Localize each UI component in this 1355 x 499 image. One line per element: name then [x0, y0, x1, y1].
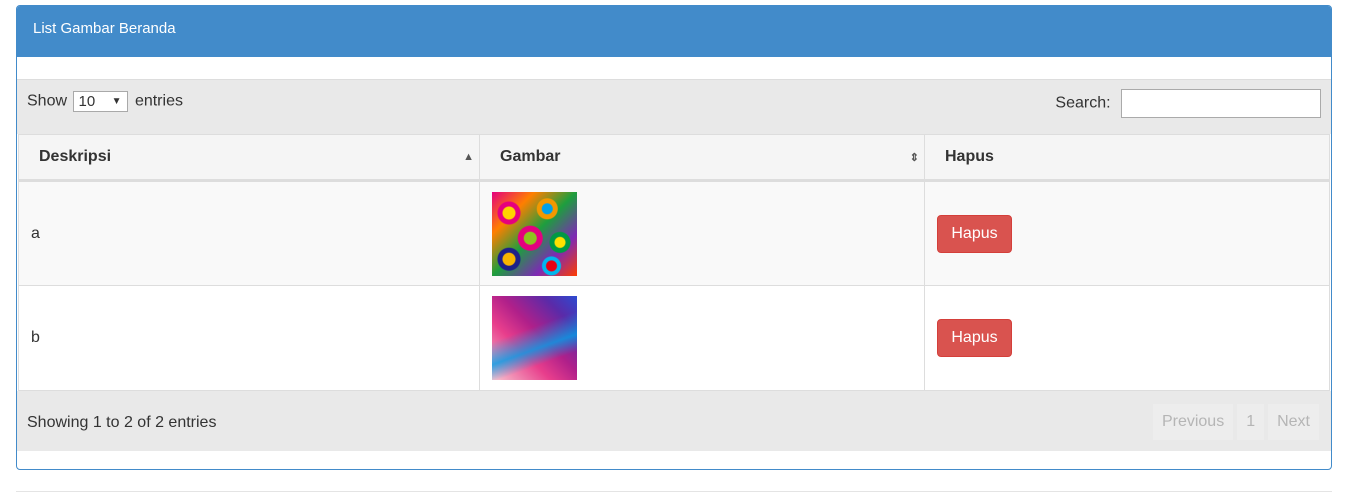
search-label: Search: — [1055, 94, 1111, 112]
data-table: Deskripsi ▲ Gambar ⇕ Hapus a Hapus b Hap… — [18, 134, 1330, 391]
cell-hapus: Hapus — [924, 285, 1330, 391]
datatable-toolbar: Show 10 ▼ entries Search: — [17, 79, 1331, 134]
length-control: Show 10 ▼ entries — [27, 91, 183, 112]
sort-both-icon: ⇕ — [909, 152, 919, 164]
cell-gambar — [479, 285, 925, 391]
table-row: b Hapus — [18, 285, 1330, 391]
delete-button[interactable]: Hapus — [937, 214, 1012, 253]
show-label: Show — [27, 92, 68, 110]
cell-deskripsi: b — [18, 285, 480, 391]
entries-label: entries — [134, 92, 183, 110]
column-header-gambar[interactable]: Gambar ⇕ — [479, 134, 925, 182]
pagination-page-button[interactable]: 1 — [1237, 404, 1265, 440]
delete-button[interactable]: Hapus — [937, 319, 1012, 357]
panel: List Gambar Beranda Show 10 ▼ entries Se… — [16, 5, 1332, 470]
pagination-previous-button[interactable]: Previous — [1152, 404, 1234, 440]
cell-gambar — [479, 180, 925, 286]
panel-heading: List Gambar Beranda — [17, 6, 1331, 57]
thumbnail-image — [492, 296, 577, 380]
column-header-deskripsi[interactable]: Deskripsi ▲ — [18, 134, 480, 182]
datatable-footer: Showing 1 to 2 of 2 entries Previous 1 N… — [17, 391, 1331, 451]
cell-hapus: Hapus — [924, 180, 1330, 286]
cell-deskripsi: a — [18, 180, 480, 286]
panel-title: List Gambar Beranda — [33, 20, 176, 37]
entries-select[interactable]: 10 ▼ — [73, 91, 129, 112]
table-info: Showing 1 to 2 of 2 entries — [27, 414, 217, 431]
table-row: a Hapus — [18, 180, 1330, 286]
sort-asc-icon: ▲ — [463, 151, 474, 163]
thumbnail-image — [492, 191, 577, 276]
pagination-next-button[interactable]: Next — [1268, 404, 1319, 440]
table-header-row: Deskripsi ▲ Gambar ⇕ Hapus — [18, 134, 1330, 182]
column-header-hapus: Hapus — [924, 134, 1330, 182]
search-control: Search: — [1055, 89, 1321, 118]
pagination: Previous 1 Next — [1152, 404, 1319, 440]
datatable-wrapper: Show 10 ▼ entries Search: Deskripsi ▲ Ga… — [17, 79, 1331, 453]
caret-down-icon: ▼ — [111, 96, 122, 107]
search-input[interactable] — [1121, 89, 1321, 118]
entries-select-value: 10 — [78, 93, 96, 110]
divider — [16, 491, 1332, 492]
